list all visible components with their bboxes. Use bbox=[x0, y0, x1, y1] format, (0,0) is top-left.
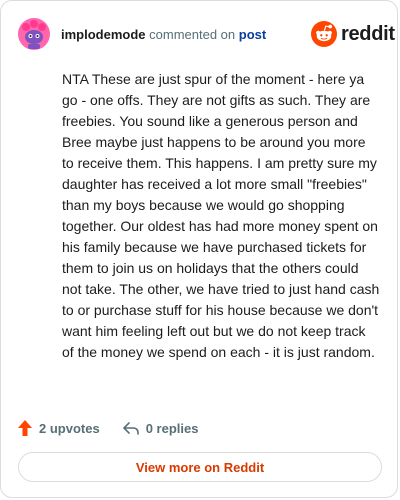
view-more-button[interactable]: View more on Reddit bbox=[18, 452, 382, 482]
embedded-comment-card: implodemode commented on post reddit NTA… bbox=[0, 0, 398, 498]
reddit-wordmark: reddit bbox=[341, 22, 395, 45]
action-text: commented on bbox=[149, 27, 236, 42]
reply-arrow-icon bbox=[122, 422, 139, 435]
reddit-logo-icon bbox=[311, 21, 337, 47]
upvote-button[interactable]: 2 upvotes bbox=[17, 419, 100, 437]
reply-button[interactable]: 0 replies bbox=[122, 420, 199, 436]
snoo-avatar-icon bbox=[18, 18, 50, 50]
comment-actions: 2 upvotes 0 replies bbox=[17, 417, 198, 439]
reddit-logo[interactable]: reddit bbox=[311, 21, 395, 47]
comment-body: NTA These are just spur of the moment - … bbox=[62, 69, 380, 363]
avatar[interactable] bbox=[17, 17, 51, 51]
upvote-arrow-icon bbox=[18, 420, 32, 436]
reply-count: 0 replies bbox=[145, 420, 199, 436]
view-more-label: View more on Reddit bbox=[135, 459, 265, 475]
upvote-count: 2 upvotes bbox=[39, 420, 100, 436]
post-link[interactable]: post bbox=[239, 27, 266, 42]
comment-header: implodemode commented on post bbox=[61, 27, 266, 43]
username-link[interactable]: implodemode bbox=[61, 27, 146, 42]
comment-text: NTA These are just spur of the moment - … bbox=[62, 71, 380, 360]
